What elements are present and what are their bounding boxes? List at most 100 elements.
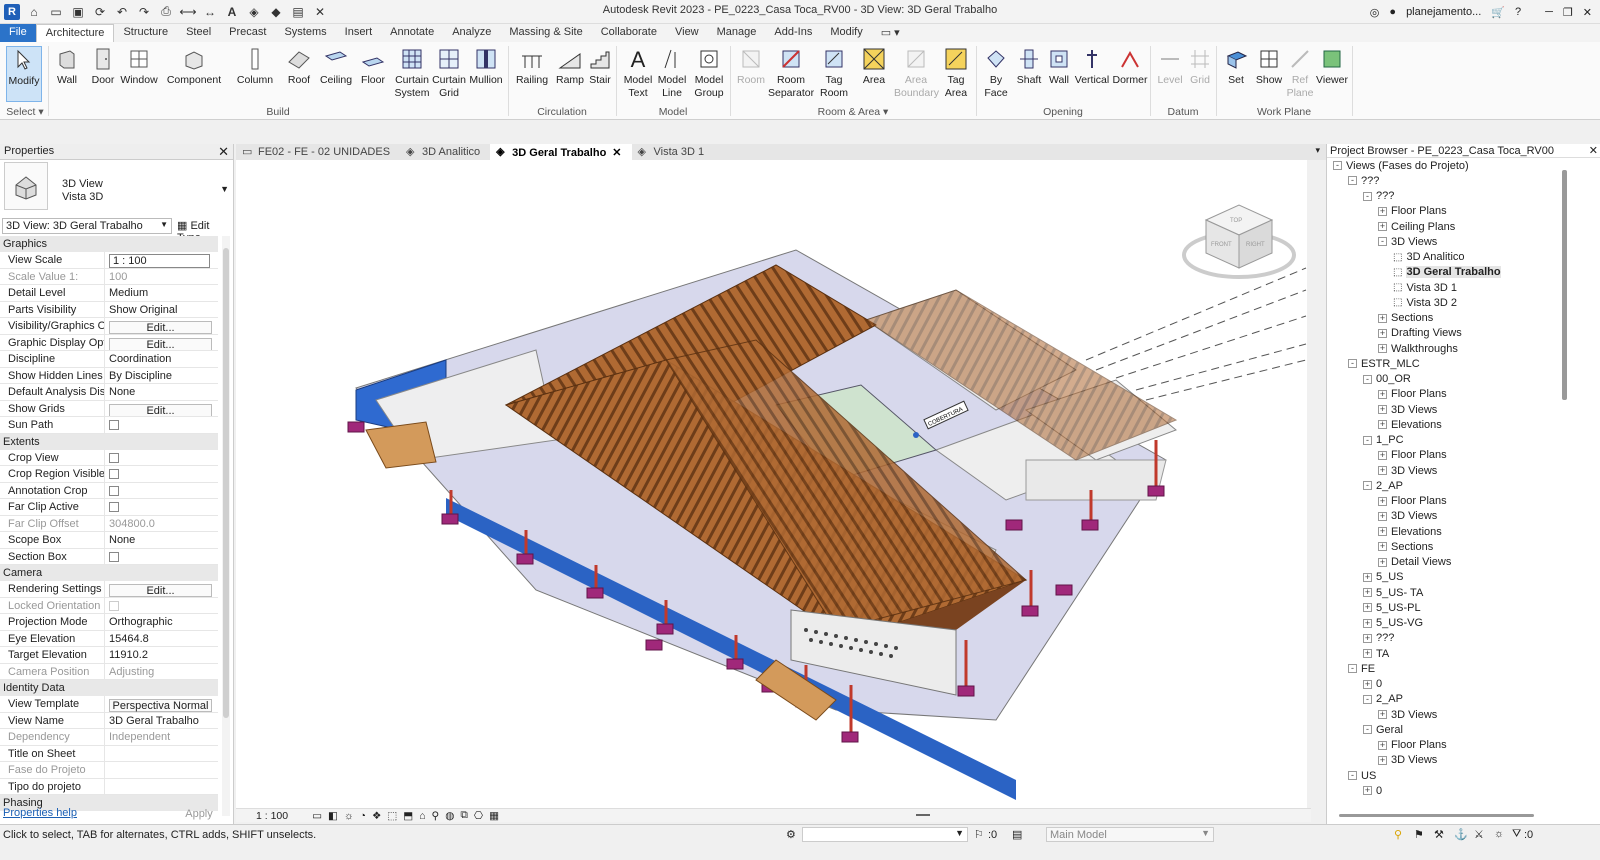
browser-node[interactable]: + Elevations	[1378, 417, 1442, 432]
set-button[interactable]: Set	[1222, 46, 1250, 87]
row-show-grids[interactable]: Show Grids Edit...	[0, 400, 218, 417]
roof-button[interactable]: Roof	[284, 46, 314, 87]
browser-node[interactable]: + TA	[1363, 646, 1389, 661]
row-analysis-display[interactable]: Default Analysis Dis... None	[0, 384, 218, 401]
view-scale-input[interactable]: 1 : 100	[104, 252, 218, 268]
vertical-button[interactable]: Vertical	[1074, 46, 1110, 87]
user-icon[interactable]: ●	[1389, 6, 1396, 18]
browser-node[interactable]: +0	[1363, 677, 1382, 692]
row-detail-level[interactable]: Detail Level Medium	[0, 285, 218, 302]
browser-node[interactable]: + Sections	[1378, 311, 1433, 326]
tab-analyze[interactable]: Analyze	[443, 24, 500, 42]
browser-node[interactable]: +5_US- TA	[1363, 585, 1423, 600]
area-button[interactable]: Area	[858, 46, 890, 87]
expand-icon[interactable]: +	[1378, 755, 1387, 765]
highlight-icon[interactable]: ▦	[489, 810, 499, 822]
expand-icon[interactable]: +	[1363, 649, 1372, 658]
group-identity[interactable]: Identity Data	[0, 680, 218, 696]
show-grids-edit-button[interactable]: Edit...	[109, 403, 212, 416]
room-button[interactable]: Room	[736, 46, 766, 87]
scroll-thumb[interactable]	[223, 248, 229, 718]
tab-collaborate[interactable]: Collaborate	[592, 24, 666, 42]
tab-3d-geral-trabalho[interactable]: ◈ 3D Geral Trabalho ✕	[490, 144, 632, 160]
row-value[interactable]: Coordination	[104, 351, 218, 367]
browser-node[interactable]: -1_PC	[1363, 433, 1404, 448]
browser-node[interactable]: ⬚ 3D Geral Trabalho	[1393, 265, 1501, 280]
worksharing-icon[interactable]: ⧉	[460, 809, 468, 822]
group-extents[interactable]: Extents	[0, 433, 218, 450]
row-value[interactable]: Medium	[104, 285, 218, 301]
collapse-icon[interactable]: -	[1378, 237, 1387, 247]
measure-icon[interactable]: ⟷	[179, 4, 196, 20]
drag-elements-icon[interactable]: ⚔	[1474, 828, 1484, 841]
browser-node[interactable]: - ESTR_MLC	[1348, 356, 1420, 371]
design-option-dropdown[interactable]: Main Model ▼	[1046, 827, 1214, 842]
close-tab-icon[interactable]: ✕	[612, 147, 621, 159]
select-face-icon[interactable]: ⚓	[1454, 828, 1468, 841]
stair-button[interactable]: Stair	[586, 46, 614, 87]
row-view-name[interactable]: View Name 3D Geral Trabalho	[0, 712, 218, 729]
browser-node[interactable]: + Detail Views	[1378, 555, 1451, 570]
section-icon[interactable]: ◆	[268, 4, 284, 20]
print-icon[interactable]: ⎙	[158, 4, 174, 20]
row-sun-path[interactable]: Sun Path	[0, 417, 218, 434]
row-crop-view[interactable]: Crop View	[0, 449, 218, 466]
collapse-icon[interactable]: -	[1363, 191, 1372, 201]
browser-node[interactable]: + Floor Plans	[1378, 448, 1447, 463]
text-icon[interactable]: A	[224, 4, 240, 20]
type-selector-dropdown-icon[interactable]: ▼	[220, 184, 229, 194]
modify-button[interactable]: Modify	[6, 46, 42, 102]
browser-node[interactable]: -2_AP	[1363, 692, 1403, 707]
tab-file[interactable]: File	[0, 24, 36, 42]
section-box-checkbox[interactable]	[109, 551, 119, 562]
worksets-icon[interactable]: ⚙	[786, 828, 796, 841]
collapse-icon[interactable]: -	[1333, 161, 1342, 170]
vis-graphics-edit-button[interactable]: Edit...	[109, 321, 212, 334]
browser-hscroll[interactable]	[1339, 814, 1534, 817]
tab-architecture[interactable]: Architecture	[35, 24, 115, 42]
expand-icon[interactable]: +	[1378, 740, 1387, 750]
close-icon[interactable]: ✕	[218, 144, 229, 160]
browser-node[interactable]: - US	[1348, 768, 1376, 783]
expand-icon[interactable]: +	[1378, 328, 1387, 338]
by-face-button[interactable]: By Face	[982, 46, 1010, 100]
render-icon[interactable]: ❖	[372, 810, 381, 822]
mullion-button[interactable]: Mullion	[468, 46, 504, 87]
browser-node[interactable]: -3D Views	[1378, 234, 1437, 249]
properties-help-link[interactable]: Properties help	[3, 807, 77, 819]
browser-node[interactable]: +5_US-VG	[1363, 616, 1423, 631]
ref-plane-button[interactable]: Ref Plane	[1286, 46, 1314, 100]
row-annotation-crop[interactable]: Annotation Crop	[0, 482, 218, 499]
undo-icon[interactable]: ↶	[114, 4, 130, 20]
curtain-system-button[interactable]: Curtain System	[394, 46, 430, 100]
visual-style-icon[interactable]: ◧	[328, 810, 338, 822]
expand-icon[interactable]: +	[1378, 542, 1387, 552]
level-button[interactable]: Level	[1156, 46, 1184, 87]
analytical-model-icon[interactable]: ⎔	[474, 810, 483, 822]
window-button[interactable]: Window	[120, 46, 158, 87]
temp-hide-icon[interactable]: ⚲	[432, 810, 440, 822]
model-text-button[interactable]: A Model Text	[622, 46, 654, 100]
row-hidden-lines[interactable]: Show Hidden Lines By Discipline	[0, 367, 218, 384]
row-rendering[interactable]: Rendering Settings Edit...	[0, 581, 218, 598]
expand-icon[interactable]: +	[1363, 588, 1372, 597]
browser-node[interactable]: + Walkthroughs	[1378, 341, 1458, 356]
browser-node[interactable]: +5_US	[1363, 570, 1404, 585]
browser-node[interactable]: ⬚ Vista 3D 2	[1393, 295, 1457, 310]
browser-node[interactable]: - FE	[1348, 661, 1375, 676]
sun-path-icon[interactable]: ☼	[344, 810, 354, 822]
tab-steel[interactable]: Steel	[177, 24, 220, 42]
filter-icon[interactable]: ⛛	[1512, 828, 1521, 841]
browser-node[interactable]: ⬚ Vista 3D 1	[1393, 280, 1457, 295]
expand-icon[interactable]: +	[1363, 618, 1372, 628]
properties-scrollbar[interactable]	[222, 236, 230, 816]
browser-node[interactable]: + Sections	[1378, 539, 1433, 554]
browser-node[interactable]: + Floor Plans	[1378, 204, 1447, 219]
tab-add-ins[interactable]: Add-Ins	[765, 24, 821, 42]
tag-room-button[interactable]: Tag Room	[818, 46, 850, 100]
tag-area-button[interactable]: Tag Area	[940, 46, 972, 100]
editing-requests-icon[interactable]: ⚐	[974, 828, 984, 841]
browser-node[interactable]: + Floor Plans	[1378, 738, 1447, 753]
viewer-button[interactable]: Viewer	[1316, 46, 1348, 87]
reveal-hidden-icon[interactable]: ◍	[445, 810, 454, 822]
